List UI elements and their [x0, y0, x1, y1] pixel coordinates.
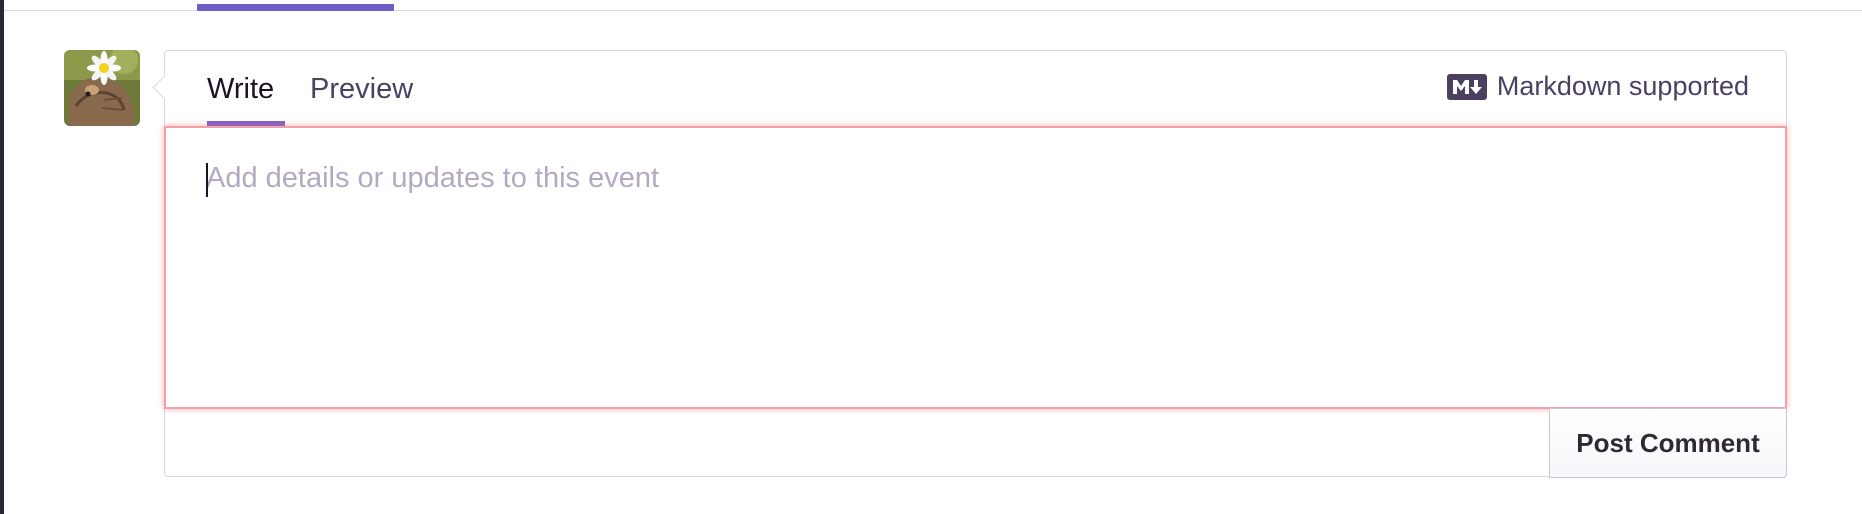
markdown-supported-hint: Markdown supported: [1446, 71, 1749, 102]
post-comment-button[interactable]: Post Comment: [1549, 408, 1787, 478]
editor-tab-bar: Write Preview Markdown supported: [165, 51, 1786, 127]
tab-preview[interactable]: Preview: [310, 71, 413, 107]
markdown-label: Markdown supported: [1496, 71, 1749, 101]
avatar: [64, 50, 140, 126]
activity-page: Write Preview Markdown supported Post Co…: [0, 0, 1862, 514]
comment-input[interactable]: [166, 128, 1785, 407]
text-caret: [206, 163, 208, 197]
comment-input-wrapper: [164, 126, 1787, 409]
comment-form: Write Preview Markdown supported Post Co…: [164, 50, 1787, 478]
user-avatar-icon: [64, 50, 140, 126]
tab-write[interactable]: Write: [207, 71, 274, 107]
markdown-icon: [1446, 73, 1487, 100]
sidebar-edge: [0, 0, 4, 514]
active-nav-tab-indicator: [197, 4, 394, 11]
